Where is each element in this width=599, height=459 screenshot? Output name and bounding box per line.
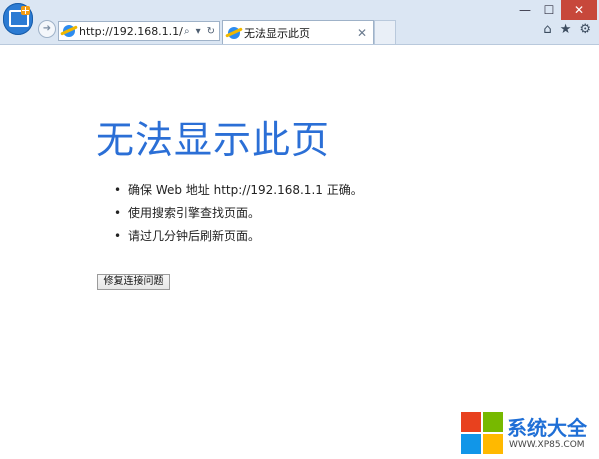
- address-url[interactable]: http://192.168.1.1/: [79, 25, 184, 38]
- fix-connection-button[interactable]: 修复连接问题: [97, 274, 170, 290]
- watermark-url: WWW.XP85.COM: [509, 440, 585, 450]
- tab-current[interactable]: 无法显示此页 ✕: [222, 20, 374, 44]
- back-icon: ➜: [42, 23, 52, 34]
- refresh-icon[interactable]: ↻: [207, 26, 215, 37]
- address-tools: ⌕ ▾ ↻: [184, 26, 219, 37]
- ie-page-icon: [63, 25, 75, 37]
- suggestion-item: 请过几分钟后刷新页面。: [112, 227, 363, 250]
- minimize-button[interactable]: —: [513, 0, 537, 20]
- ie-tab-icon: [228, 26, 240, 39]
- browser-window: ➜ http://192.168.1.1/ ⌕ ▾ ↻ 无法显示此页 ✕ — ☐…: [0, 0, 599, 459]
- tab-close-icon[interactable]: ✕: [351, 26, 373, 40]
- settings-gear-icon[interactable]: ⚙: [579, 22, 591, 37]
- suggestion-item: 确保 Web 地址 http://192.168.1.1 正确。: [112, 181, 363, 204]
- logo-plus-icon: [21, 6, 30, 15]
- toolbar-right-icons: ⌂ ★ ⚙: [543, 22, 591, 37]
- search-icon[interactable]: ⌕: [184, 26, 190, 37]
- address-bar[interactable]: http://192.168.1.1/ ⌕ ▾ ↻: [58, 21, 220, 41]
- watermark-name: 系统大全: [507, 416, 587, 440]
- dropdown-icon[interactable]: ▾: [196, 26, 201, 37]
- close-button[interactable]: ✕: [561, 0, 597, 20]
- suggestion-item: 使用搜索引擎查找页面。: [112, 204, 363, 227]
- browser-toolbar: ➜ http://192.168.1.1/ ⌕ ▾ ↻ 无法显示此页 ✕ — ☐…: [0, 0, 599, 45]
- windows-logo-icon: [459, 410, 503, 454]
- suggestion-list: 确保 Web 地址 http://192.168.1.1 正确。 使用搜索引擎查…: [112, 181, 363, 250]
- home-icon[interactable]: ⌂: [543, 22, 551, 37]
- back-button[interactable]: ➜: [38, 20, 56, 38]
- favorites-star-icon[interactable]: ★: [560, 22, 572, 37]
- maximize-button[interactable]: ☐: [537, 0, 561, 20]
- tab-title: 无法显示此页: [244, 26, 310, 40]
- new-tab-button[interactable]: [374, 20, 396, 44]
- watermark: 系统大全 WWW.XP85.COM: [459, 410, 599, 459]
- page-content: 无法显示此页 确保 Web 地址 http://192.168.1.1 正确。 …: [0, 45, 599, 459]
- page-title: 无法显示此页: [96, 118, 331, 162]
- app-logo-icon[interactable]: [3, 3, 33, 35]
